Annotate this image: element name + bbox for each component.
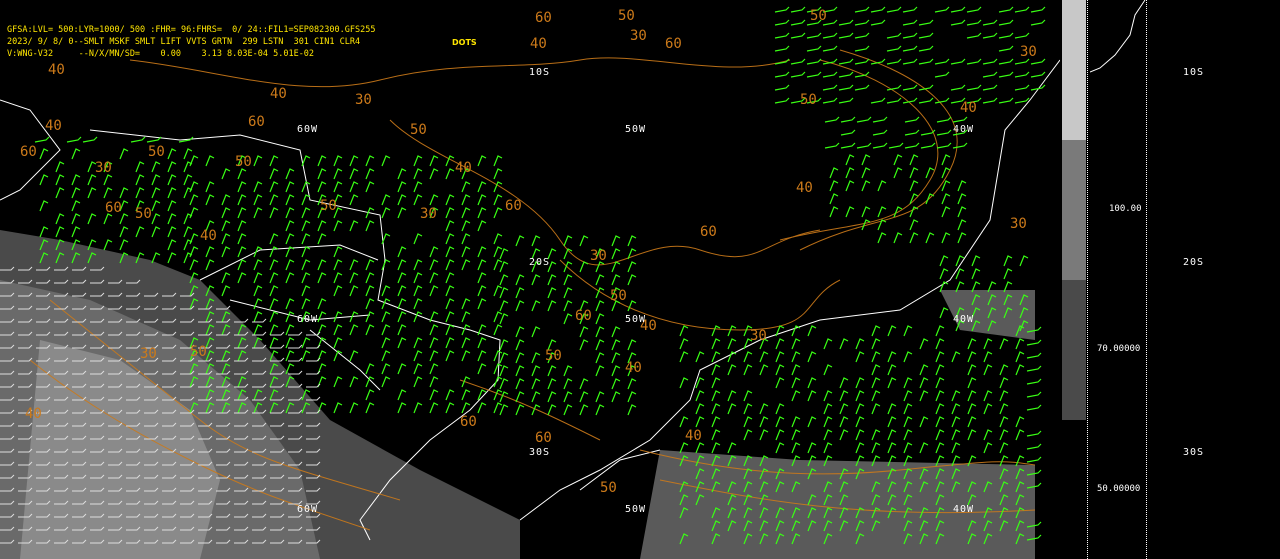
contour-label: 40 bbox=[45, 118, 62, 134]
label-30s: 30S bbox=[529, 447, 551, 458]
right-label-10s: 10S bbox=[1183, 67, 1205, 78]
contour-label: 30 bbox=[1020, 44, 1037, 60]
scale-band-2 bbox=[1062, 140, 1086, 280]
contour-label: 50 bbox=[320, 198, 337, 214]
label-60w-top: 60W bbox=[297, 124, 319, 135]
contour-label: 40 bbox=[200, 228, 217, 244]
contour-label: 30 bbox=[1010, 216, 1027, 232]
contour-label: 50 bbox=[235, 154, 252, 170]
color-scale-bar bbox=[1062, 0, 1086, 420]
contour-label: 50 bbox=[600, 480, 617, 496]
contour-label: 60 bbox=[20, 144, 37, 160]
contour-label: 40 bbox=[455, 160, 472, 176]
contour-label: 60 bbox=[665, 36, 682, 52]
weather-map: 60 50 40 30 60 50 40 30 50 40 60 30 50 40 60 50 40 30 60 50… bbox=[0, 0, 1060, 559]
contour-label: 60 bbox=[105, 200, 122, 216]
contour-label: 50 bbox=[800, 92, 817, 108]
contour-label: 60 bbox=[535, 430, 552, 446]
contour-label: 50 bbox=[190, 344, 207, 360]
contour-label: 60 bbox=[535, 10, 552, 26]
inset-coastline bbox=[1090, 0, 1146, 73]
contour-label: 40 bbox=[530, 36, 547, 52]
contour-label: 40 bbox=[25, 406, 42, 422]
contour-label: 50 bbox=[148, 144, 165, 160]
header-line-2: 2023/ 9/ 8/ 0--SMLT MSKF SMLT LIFT VVTS … bbox=[7, 37, 361, 47]
contour-label: 50 bbox=[810, 8, 827, 24]
contour-label: 50 bbox=[135, 206, 152, 222]
label-50w-mid: 50W bbox=[625, 314, 647, 325]
scale-tick-50: 50.00000 bbox=[1097, 484, 1141, 494]
scale-tick-100: 100.00 bbox=[1109, 204, 1142, 214]
contour-label: 40 bbox=[960, 100, 977, 116]
label-50w-bot: 50W bbox=[625, 504, 647, 515]
contour-label: 60 bbox=[505, 198, 522, 214]
contour-label: 40 bbox=[685, 428, 702, 444]
label-40w-top: 40W bbox=[953, 124, 975, 135]
contour-label: 30 bbox=[590, 248, 607, 264]
contour-label: 50 bbox=[410, 122, 427, 138]
contour-label: 40 bbox=[625, 360, 642, 376]
contour-label: 60 bbox=[248, 114, 265, 130]
label-10s: 10S bbox=[529, 67, 551, 78]
contour-label: 60 bbox=[460, 414, 477, 430]
label-40w-bot: 40W bbox=[953, 504, 975, 515]
contour-label: 30 bbox=[140, 346, 157, 362]
right-label-30s: 30S bbox=[1183, 447, 1205, 458]
label-50w-top: 50W bbox=[625, 124, 647, 135]
panel-divider-right bbox=[1146, 0, 1147, 559]
right-label-20s: 20S bbox=[1183, 257, 1205, 268]
scale-tick-70: 70.00000 bbox=[1097, 344, 1141, 354]
contour-label: 40 bbox=[796, 180, 813, 196]
contour-label: 30 bbox=[95, 160, 112, 176]
contour-label: 40 bbox=[48, 62, 65, 78]
scale-band-1 bbox=[1062, 0, 1086, 140]
header-line-1: GFSA:LVL= 500:LYR=1000/ 500 :FHR= 96:FHR… bbox=[7, 25, 376, 35]
label-60w-mid: 60W bbox=[297, 314, 319, 325]
header-line-3: V:WNG-V32 --N/X/MN/SD= 0.00 3.13 8.03E-0… bbox=[7, 49, 315, 59]
label-20s: 20S bbox=[529, 257, 551, 268]
contour-label: 30 bbox=[420, 206, 437, 222]
contour-label: 40 bbox=[270, 86, 287, 102]
contour-label: 50 bbox=[545, 348, 562, 364]
contour-label: 30 bbox=[750, 328, 767, 344]
dots-label: DOTS bbox=[452, 38, 477, 47]
label-60w-bot: 60W bbox=[297, 504, 319, 515]
contour-label: 60 bbox=[575, 308, 592, 324]
contour-label: 30 bbox=[630, 28, 647, 44]
contour-label: 60 bbox=[700, 224, 717, 240]
contour-label: 50 bbox=[618, 8, 635, 24]
panel-divider-left bbox=[1087, 0, 1088, 559]
label-40w-mid: 40W bbox=[953, 314, 975, 325]
contour-label: 30 bbox=[355, 92, 372, 108]
scale-band-3 bbox=[1062, 280, 1086, 420]
contour-label: 50 bbox=[610, 288, 627, 304]
